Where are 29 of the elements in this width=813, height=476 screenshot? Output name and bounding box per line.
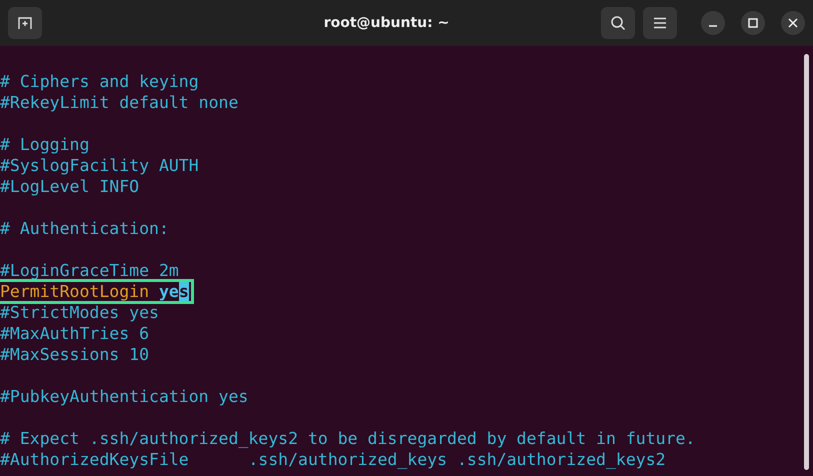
new-tab-icon [17, 15, 33, 31]
config-line: PermitRootLogin yes [0, 281, 192, 302]
config-line: #MaxAuthTries 6 [0, 324, 150, 343]
config-line: #PubkeyAuthentication yes [0, 387, 248, 406]
minimize-icon [708, 25, 718, 27]
config-line: #StrictModes yes [0, 303, 159, 322]
config-line: # Logging [0, 135, 90, 154]
window-title: root@ubuntu: ~ [322, 15, 450, 31]
minimize-button[interactable] [701, 11, 725, 35]
maximize-icon [748, 18, 758, 28]
config-line: #LogLevel INFO [0, 177, 140, 196]
config-line: #LoginGraceTime 2m [0, 261, 179, 280]
new-tab-button[interactable] [8, 7, 42, 39]
search-button[interactable] [601, 7, 635, 39]
scrollbar[interactable] [804, 54, 809, 470]
search-icon [610, 15, 626, 31]
config-line: #AuthorizedKeysFile .ssh/authorized_keys .ssh/authorized_keys2 [0, 450, 666, 469]
config-line: # Ciphers and keying [0, 72, 199, 91]
maximize-button[interactable] [741, 11, 765, 35]
close-button[interactable] [781, 11, 805, 35]
config-line: #MaxSessions 10 [0, 345, 150, 364]
menu-icon [653, 17, 667, 29]
config-line: # Authentication: [0, 219, 169, 238]
text-cursor: s [178, 282, 189, 301]
close-icon [788, 18, 798, 28]
menu-button[interactable] [643, 7, 677, 39]
config-line: #SyslogFacility AUTH [0, 156, 199, 175]
config-line: #RekeyLimit default none [0, 93, 238, 112]
config-line: # Expect .ssh/authorized_keys2 to be disregarded by default in future. [0, 429, 696, 448]
